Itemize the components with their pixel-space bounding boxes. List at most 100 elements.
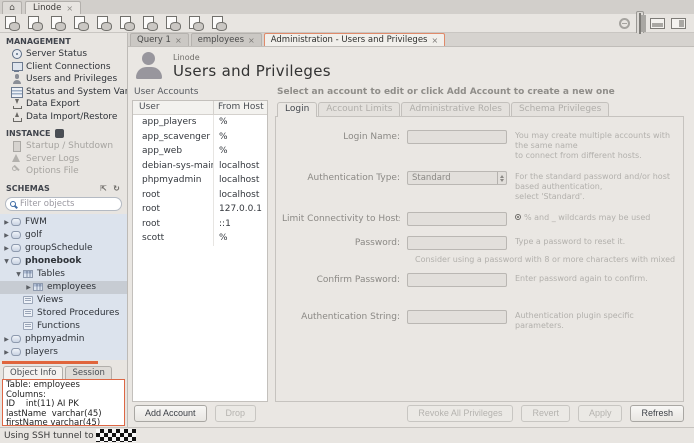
tab-administrative-roles[interactable]: Administrative Roles (401, 102, 509, 116)
tab-schema-privileges[interactable]: Schema Privileges (511, 102, 609, 116)
toggle-bottom-panel-button[interactable] (650, 18, 665, 29)
revert-button[interactable]: Revert (521, 405, 570, 422)
sidebar-item-icon (11, 112, 22, 122)
sidebar-item-icon (11, 166, 22, 176)
tree-item-stored-procedures[interactable]: Stored Procedures (0, 307, 127, 320)
expand-arrow-icon[interactable]: ▶ (2, 232, 11, 239)
user-account-row[interactable]: debian-sys-maint localhost (133, 159, 267, 174)
mysql-workbench-window: ⌂ Linode × MANAGEMENT Server Status Clie… (0, 0, 694, 443)
new-query-tab-icon[interactable] (4, 16, 21, 31)
user-cell: root (133, 190, 213, 200)
expand-schemas-icon[interactable]: ⇱ (99, 184, 108, 193)
tree-item-icon (23, 296, 33, 304)
sidebar-item-options-file[interactable]: Options File (0, 165, 127, 178)
reconnect-database-icon[interactable] (211, 16, 228, 31)
login-name-input[interactable] (407, 130, 507, 144)
drop-button[interactable]: Drop (215, 405, 257, 422)
form-row: Login Name:You may create multiple accou… (282, 130, 677, 161)
user-account-row[interactable]: root 127.0.0.1 (133, 202, 267, 217)
column-header-from-host[interactable]: From Host (213, 101, 267, 114)
tree-item-label: phpmyadmin (25, 334, 84, 344)
user-account-row[interactable]: root ::1 (133, 217, 267, 232)
sidebar-item-users-and-privileges[interactable]: Users and Privileges (0, 73, 127, 86)
expand-arrow-icon[interactable]: ▶ (24, 284, 33, 291)
tab-session[interactable]: Session (65, 366, 111, 379)
user-account-row[interactable]: root localhost (133, 188, 267, 203)
apply-button[interactable]: Apply (578, 405, 623, 422)
tab-query-1[interactable]: Query 1 × (130, 33, 189, 46)
tree-item-functions[interactable]: Functions (0, 320, 127, 333)
form-row: Limit Connectivity to Hosts Matcl% and _… (282, 212, 677, 226)
tree-item-phonebook[interactable]: ▼ phonebook (0, 255, 127, 268)
auth-type-select[interactable]: Standard (407, 171, 507, 185)
user-account-row[interactable]: scott % (133, 231, 267, 246)
tab-login[interactable]: Login (277, 102, 317, 117)
query-tab-label: Administration - Users and Privileges (271, 35, 428, 45)
sidebar-item-client-connections[interactable]: Client Connections (0, 61, 127, 74)
left-panel-icon (639, 13, 641, 34)
user-account-row[interactable]: app_scavenger % (133, 130, 267, 145)
user-account-row[interactable]: app_web % (133, 144, 267, 159)
add-account-button[interactable]: Add Account (134, 405, 207, 422)
expand-arrow-icon[interactable]: ▶ (2, 245, 11, 252)
tree-item-golf[interactable]: ▶ golf (0, 229, 127, 242)
tree-item-fwm[interactable]: ▶ FWM (0, 216, 127, 229)
expand-arrow-icon[interactable]: ▶ (2, 336, 11, 343)
refresh-schemas-icon[interactable]: ↻ (112, 184, 121, 193)
schemas-resize-handle[interactable] (2, 361, 98, 364)
tree-item-players[interactable]: ▶ players (0, 346, 127, 359)
tab-administration-users-privileges[interactable]: Administration - Users and Privileges × (264, 33, 445, 46)
inspect-database-icon[interactable] (50, 16, 67, 31)
auth-string-input[interactable] (407, 310, 507, 324)
home-button[interactable]: ⌂ (2, 1, 22, 14)
tree-item-views[interactable]: Views (0, 294, 127, 307)
management-header: MANAGEMENT (0, 33, 127, 48)
close-tab-icon[interactable]: × (432, 36, 439, 45)
expand-arrow-icon[interactable]: ▶ (2, 219, 11, 226)
expand-arrow-icon[interactable]: ▶ (2, 349, 11, 356)
user-account-row[interactable]: phpmyadmin localhost (133, 173, 267, 188)
close-tab-icon[interactable]: × (248, 36, 255, 45)
tree-item-tables[interactable]: ▼ Tables (0, 268, 127, 281)
tree-item-groupschedule[interactable]: ▶ groupSchedule (0, 242, 127, 255)
form-row: Confirm Password:Enter password again to… (282, 273, 677, 287)
toggle-right-panel-button[interactable] (671, 18, 686, 29)
login-name-input-label: Login Name: (282, 130, 400, 142)
sidebar-item-status-system-variables[interactable]: Status and System Variables (0, 86, 127, 99)
create-procedure-icon[interactable] (142, 16, 159, 31)
tree-item-phpmyadmin[interactable]: ▶ phpmyadmin (0, 333, 127, 346)
tab-object-info[interactable]: Object Info (3, 366, 63, 379)
limit-hosts-input[interactable] (407, 212, 507, 226)
schema-filter-input[interactable] (20, 199, 117, 209)
create-function-icon[interactable] (165, 16, 182, 31)
create-schema-icon[interactable] (73, 16, 90, 31)
column-header-user[interactable]: User (133, 101, 213, 114)
tab-employees[interactable]: employees × (191, 33, 262, 46)
confirm-password-input[interactable] (407, 273, 507, 287)
sidebar-item-label: Data Import/Restore (26, 112, 117, 122)
from-host-cell: localhost (213, 188, 267, 203)
create-view-icon[interactable] (119, 16, 136, 31)
open-sql-script-icon[interactable] (27, 16, 44, 31)
toggle-left-panel-button[interactable] (636, 11, 644, 36)
close-tab-icon[interactable]: × (175, 36, 182, 45)
expand-arrow-icon[interactable]: ▼ (2, 258, 11, 265)
form-row: Authentication String:Authentication plu… (282, 310, 677, 331)
sidebar-item-server-status[interactable]: Server Status (0, 48, 127, 61)
tree-item-employees[interactable]: ▶ employees (0, 281, 127, 294)
sidebar-item-server-logs[interactable]: Server Logs (0, 153, 127, 166)
user-account-row[interactable]: app_players % (133, 115, 267, 130)
create-table-icon[interactable] (96, 16, 113, 31)
sidebar-item-startup-shutdown[interactable]: Startup / Shutdown (0, 140, 127, 153)
tree-item-scavenger[interactable]: ▶ scavenger (0, 359, 127, 361)
sidebar-item-data-export[interactable]: Data Export (0, 98, 127, 111)
refresh-button[interactable]: Refresh (630, 405, 684, 422)
window-tab-linode[interactable]: Linode × (25, 1, 81, 14)
tab-account-limits[interactable]: Account Limits (318, 102, 400, 116)
sidebar-item-data-import-restore[interactable]: Data Import/Restore (0, 111, 127, 124)
expand-arrow-icon[interactable]: ▼ (14, 271, 23, 278)
password-input[interactable] (407, 236, 507, 250)
search-data-icon[interactable] (188, 16, 205, 31)
revoke-all-privileges-button[interactable]: Revoke All Privileges (407, 405, 513, 422)
close-tab-icon[interactable]: × (66, 4, 73, 13)
